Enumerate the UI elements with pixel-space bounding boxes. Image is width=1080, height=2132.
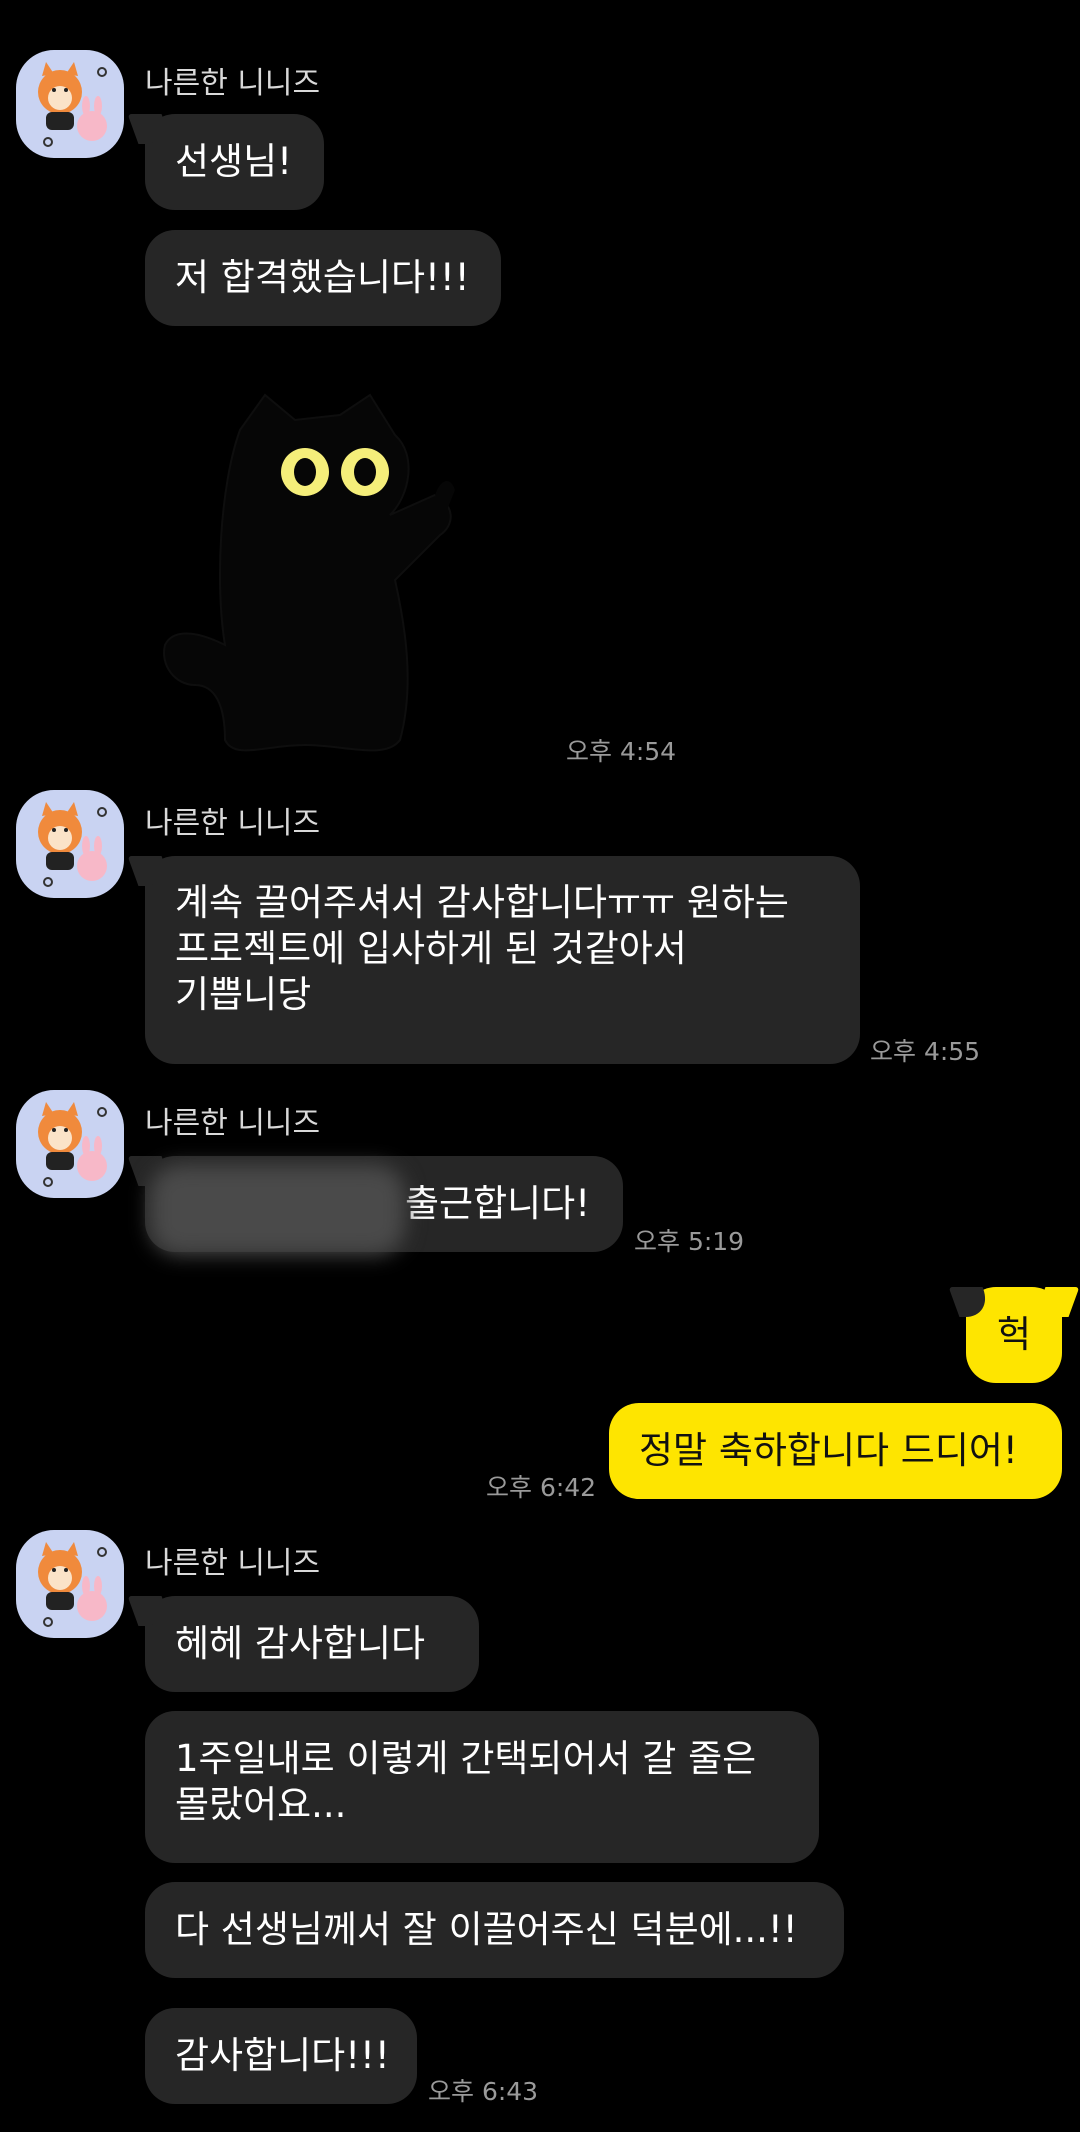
message-text: 1주일내로 이렇게 간택되어서 갈 줄은 <box>175 1737 757 1780</box>
redacted-blur <box>150 1165 405 1255</box>
timestamp: 오후 6:43 <box>428 2077 539 2106</box>
timestamp: 오후 4:55 <box>870 1037 981 1066</box>
message-text: 다 선생님께서 잘 이끌어주신 덕분에...!! <box>175 1908 798 1951</box>
profile-avatar-icon[interactable] <box>16 1090 124 1198</box>
timestamp: 오후 6:42 <box>486 1473 597 1502</box>
message-text: 정말 축하합니다 드디어! <box>639 1429 1018 1472</box>
sender-name: 나른한 니니즈 <box>145 1546 321 1581</box>
profile-avatar-icon[interactable] <box>16 790 124 898</box>
message-bubble[interactable]: 다 선생님께서 잘 이끌어주신 덕분에...!! <box>145 1882 844 1978</box>
message-bubble[interactable]: 저 합격했습니다!!! <box>145 230 501 326</box>
profile-avatar-icon[interactable] <box>16 50 124 158</box>
message-bubble[interactable]: 감사합니다!!! <box>145 2008 417 2104</box>
message-bubble[interactable]: 계속 끌어주셔서 감사합니다ㅠㅠ 원하는 프로젝트에 입사하게 된 것같아서 기… <box>145 856 860 1064</box>
sender-name: 나른한 니니즈 <box>145 806 321 841</box>
sender-name: 나른한 니니즈 <box>145 1106 321 1141</box>
message-text: 기쁩니당 <box>175 973 312 1016</box>
message-text: 출근합니다! <box>405 1182 591 1225</box>
profile-avatar-icon[interactable] <box>16 1530 124 1638</box>
timestamp: 오후 5:19 <box>634 1227 745 1256</box>
sender-name: 나른한 니니즈 <box>145 66 321 101</box>
timestamp: 오후 4:54 <box>566 737 677 766</box>
message-text: 계속 끌어주셔서 감사합니다ㅠㅠ 원하는 <box>175 881 789 924</box>
message-text: 선생님! <box>175 140 292 183</box>
message-text: 헤헤 감사합니다 <box>175 1622 426 1665</box>
my-message-bubble[interactable]: 헉 <box>966 1287 1062 1383</box>
message-text: 헉 <box>997 1313 1032 1356</box>
message-text: 몰랐어요... <box>175 1783 347 1826</box>
message-bubble[interactable]: 헤헤 감사합니다 <box>145 1596 479 1692</box>
message-bubble[interactable]: 1주일내로 이렇게 간택되어서 갈 줄은 몰랐어요... <box>145 1711 819 1863</box>
message-bubble[interactable]: 선생님! <box>145 114 324 210</box>
message-text: 감사합니다!!! <box>175 2034 390 2077</box>
black-cat-sticker[interactable] <box>155 385 565 755</box>
message-text: 저 합격했습니다!!! <box>175 256 470 299</box>
message-text: 프로젝트에 입사하게 된 것같아서 <box>175 927 687 970</box>
my-message-bubble[interactable]: 정말 축하합니다 드디어! <box>609 1403 1062 1499</box>
